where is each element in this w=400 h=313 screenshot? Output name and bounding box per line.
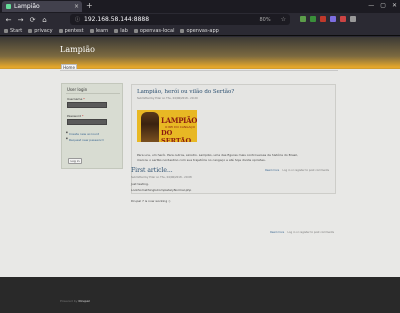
article-links: Read more Log in or register to post com…	[270, 231, 334, 234]
reload-icon[interactable]: ⟳	[29, 16, 36, 24]
browser-nav-bar: ← → ⟳ ⌂ ⓘ 192.168.58.144:8888 80% ☆	[0, 13, 400, 27]
article-body-line: LookSomethingIsCompletelyNormal.php	[131, 188, 192, 192]
maximize-icon[interactable]: ▢	[380, 1, 386, 11]
extension-icon[interactable]	[320, 16, 326, 22]
login-title: User login	[67, 87, 88, 92]
lampiao-figure	[141, 112, 159, 142]
extension-icon[interactable]	[340, 16, 346, 22]
bookmark-item[interactable]: privacy	[28, 28, 53, 34]
favicon-icon	[6, 4, 11, 9]
article-meta: Submitted by Eder on Thu, 04/06/2018 - 2…	[131, 176, 192, 179]
article-body-line: Drupal 7 is now working :)	[131, 199, 171, 203]
extension-icon[interactable]	[310, 16, 316, 22]
site-name[interactable]: Lampião	[60, 45, 95, 54]
browser-tab-bar: Lampião × + — ▢ ✕	[0, 0, 400, 13]
bookmark-item[interactable]: lab	[114, 28, 128, 34]
forward-icon[interactable]: →	[17, 16, 24, 24]
bookmark-item[interactable]: openvas-app	[180, 28, 219, 34]
close-tab-icon[interactable]: ×	[74, 3, 79, 10]
divider	[66, 93, 120, 94]
bookmark-item[interactable]: pentest	[58, 28, 84, 34]
username-label: Username *	[67, 97, 85, 101]
zoom-level[interactable]: 80%	[259, 17, 270, 23]
tab-title: Lampião	[14, 3, 40, 10]
home-icon[interactable]: ⌂	[41, 16, 48, 24]
extension-icon[interactable]	[330, 16, 336, 22]
folder-icon	[89, 29, 94, 33]
request-password-link[interactable]: Request new password	[66, 138, 104, 142]
article-title[interactable]: Lampião, herói ou vilão do Sertão?	[137, 89, 234, 95]
password-input[interactable]	[67, 119, 107, 125]
article-meta: Submitted by Eder on Thu, 04/06/2018 - 2…	[137, 97, 198, 100]
drupal-link[interactable]: Drupal	[78, 299, 89, 303]
login-button[interactable]: Log in	[68, 158, 82, 164]
new-tab-button[interactable]: +	[86, 1, 93, 11]
article-body-line: Just testing.	[131, 182, 149, 186]
password-label: Password *	[67, 114, 84, 118]
powered-by: Powered by Drupal	[60, 299, 90, 303]
image-text-top: LAMPIÃO	[161, 116, 197, 125]
create-account-link[interactable]: Create new account	[66, 132, 99, 136]
article-image: LAMPIÃO O REI DO CANGAÇO DO SERTÃO	[137, 110, 197, 142]
bookmark-icon	[133, 29, 138, 33]
folder-icon	[114, 29, 119, 33]
window-controls: — ▢ ✕	[368, 1, 397, 11]
menu-icon[interactable]	[350, 16, 356, 22]
web-page: Lampião Home User login Username * Passw…	[0, 37, 400, 313]
article-title[interactable]: First article...	[131, 167, 173, 174]
back-icon[interactable]: ←	[5, 16, 12, 24]
bookmark-icon	[180, 29, 185, 33]
login-register-note[interactable]: Log in or register to post comments	[283, 169, 329, 172]
close-window-icon[interactable]: ✕	[392, 1, 397, 11]
info-icon[interactable]: ⓘ	[75, 16, 80, 23]
menu-divider	[60, 70, 338, 71]
login-register-note[interactable]: Log in or register to post comments	[288, 231, 334, 234]
article-links: Read more Log in or register to post com…	[265, 169, 329, 172]
address-bar[interactable]: ⓘ 192.168.58.144:8888 80% ☆	[70, 14, 290, 25]
browser-tab[interactable]: Lampião ×	[2, 1, 82, 12]
bookmark-item[interactable]: learn	[89, 28, 108, 34]
folder-icon	[28, 29, 33, 33]
bookmark-star-icon[interactable]: ☆	[281, 16, 286, 23]
read-more-link[interactable]: Read more	[265, 169, 279, 172]
article-body: Para uns, um herói. Para outros, sinistr…	[137, 153, 298, 162]
extension-icon[interactable]	[300, 16, 306, 22]
bookmark-item[interactable]: Start	[4, 28, 22, 34]
minimize-icon[interactable]: —	[368, 1, 374, 11]
bookmark-item[interactable]: openvas-local	[133, 28, 174, 34]
site-footer: Powered by Drupal	[0, 277, 400, 313]
url-text[interactable]: 192.168.58.144:8888	[84, 16, 259, 23]
user-login-block: User login Username * Password * Create …	[61, 83, 123, 169]
read-more-link[interactable]: Read more	[270, 231, 284, 234]
extension-icons	[300, 16, 356, 22]
username-input[interactable]	[67, 102, 107, 108]
bookmark-icon	[4, 29, 8, 33]
site-header: Lampião	[0, 37, 400, 69]
folder-icon	[58, 29, 63, 33]
bookmarks-bar: Start privacy pentest learn lab openvas-…	[0, 27, 400, 36]
image-text-bottom: DO SERTÃO	[161, 129, 192, 142]
